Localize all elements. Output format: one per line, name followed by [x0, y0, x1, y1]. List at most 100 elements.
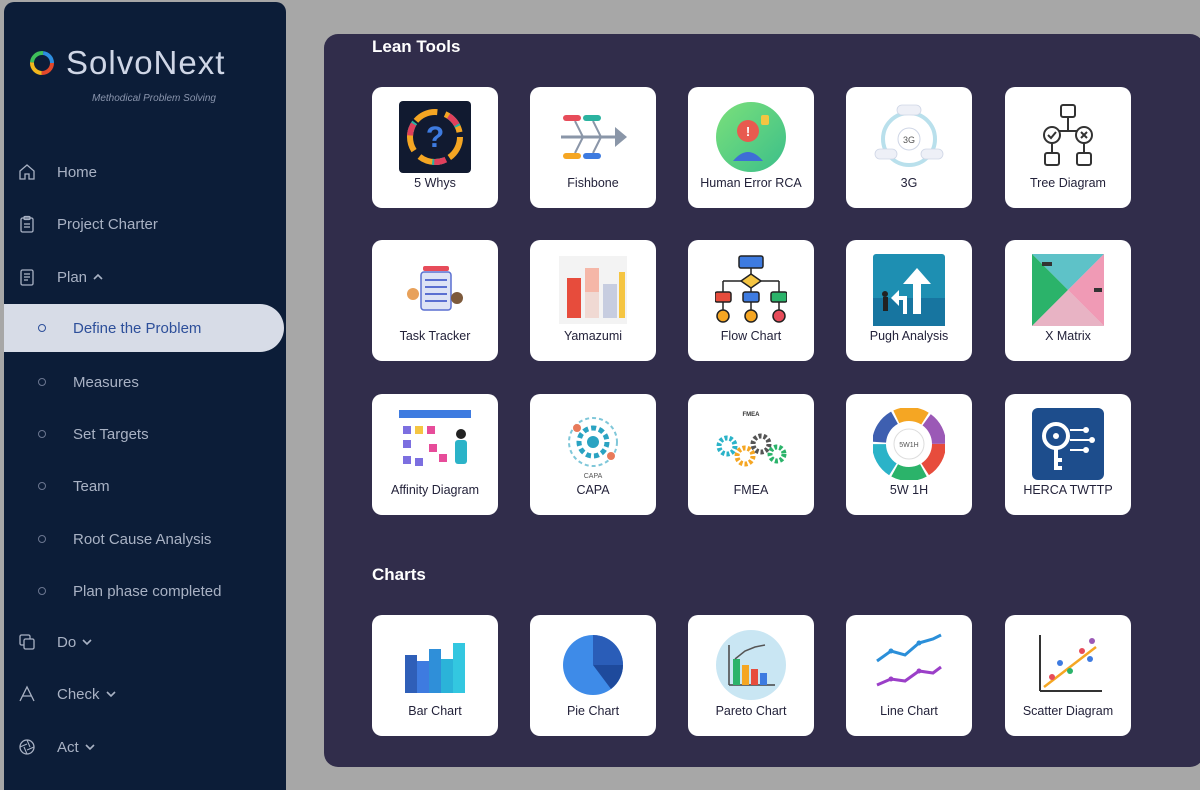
tool-label: Flow Chart: [720, 329, 782, 343]
chevron-down-icon: [82, 639, 92, 646]
herca-key-icon: [1032, 408, 1104, 480]
capa-gear-icon: CAPA: [568, 417, 618, 480]
sidebar-subitem-label: Team: [73, 477, 110, 495]
tool-tile-herca-twttp[interactable]: HERCA TWTTP: [1005, 394, 1131, 515]
affinity-diagram-icon: [399, 410, 471, 466]
chart-tile-pie-chart[interactable]: Pie Chart: [530, 615, 656, 736]
capa-image-text: CAPA: [584, 473, 603, 480]
tool-label: 3G: [900, 176, 918, 190]
sidebar: SolvoNext Methodical Problem Solving Hom…: [4, 2, 286, 790]
tool-tile-fmea[interactable]: FMEA FMEA: [688, 394, 814, 515]
tool-tile-x-matrix[interactable]: X Matrix: [1005, 240, 1131, 361]
chart-tile-bar-chart[interactable]: Bar Chart: [372, 615, 498, 736]
fishbone-icon: [561, 115, 627, 159]
sidebar-item-label: Check: [57, 685, 100, 703]
copy-icon: [19, 634, 35, 650]
tool-tile-5-whys[interactable]: ? 5 Whys: [372, 87, 498, 208]
tool-label: Human Error RCA: [700, 176, 802, 190]
tool-tile-yamazumi[interactable]: Yamazumi: [530, 240, 656, 361]
sidebar-subitem-set-targets[interactable]: Set Targets: [4, 410, 284, 458]
clipboard-icon: [20, 215, 34, 233]
tool-label: FMEA: [733, 483, 769, 497]
section-title-charts: Charts: [372, 565, 426, 584]
sidebar-subitem-label: Measures: [73, 373, 139, 391]
chart-label: Scatter Diagram: [1022, 704, 1114, 718]
brand[interactable]: SolvoNext: [28, 44, 225, 82]
scatter-diagram-icon: [1039, 635, 1102, 692]
sidebar-subitem-define-the-problem[interactable]: Define the Problem: [4, 304, 284, 352]
question-cycle-icon: ?: [399, 101, 471, 173]
chart-tile-scatter-diagram[interactable]: Scatter Diagram: [1005, 615, 1131, 736]
tool-label: Yamazumi: [563, 329, 623, 343]
document-icon: [20, 269, 34, 286]
3g-cycle-icon: 3G: [874, 104, 944, 167]
sidebar-item-label: Plan: [57, 268, 88, 286]
tool-label: Task Tracker: [399, 329, 471, 343]
tool-tile-5w1h[interactable]: 5W1H 5W 1H: [846, 394, 972, 515]
yamazumi-icon: [559, 256, 627, 324]
bullet-icon: [38, 535, 46, 543]
tools-panel: Lean Tools ? 5 Whys Fishbone ! Human Err…: [324, 34, 1200, 767]
sidebar-item-label: Act: [57, 738, 79, 756]
tool-label: Tree Diagram: [1030, 176, 1106, 190]
sidebar-item-label: Project Charter: [57, 215, 158, 233]
chart-tile-line-chart[interactable]: Line Chart: [846, 615, 972, 736]
tool-tile-affinity-diagram[interactable]: Affinity Diagram: [372, 394, 498, 515]
sidebar-subitem-plan-phase-completed[interactable]: Plan phase completed: [4, 567, 284, 615]
chart-tile-pareto-chart[interactable]: Pareto Chart: [688, 615, 814, 736]
bullet-icon: [38, 378, 46, 386]
chevron-down-icon: [85, 744, 95, 751]
tool-label: Fishbone: [567, 176, 619, 190]
chart-label: Line Chart: [880, 704, 938, 718]
sidebar-item-project-charter[interactable]: Project Charter: [4, 202, 286, 246]
tool-tile-3g[interactable]: 3G 3G: [846, 87, 972, 208]
x-matrix-icon: [1032, 254, 1104, 326]
fmea-image-text: FMEA: [743, 412, 761, 418]
tool-tile-human-error-rca[interactable]: ! Human Error RCA: [688, 87, 814, 208]
bullet-icon: [38, 430, 46, 438]
human-error-icon: !: [716, 102, 786, 172]
pie-chart-icon: [563, 635, 623, 695]
chevron-down-icon: [105, 691, 116, 698]
flow-chart-icon: [715, 255, 787, 323]
sidebar-subitem-root-cause-analysis[interactable]: Root Cause Analysis: [4, 515, 284, 563]
tool-label: 5W 1H: [889, 483, 929, 497]
tool-label: X Matrix: [1045, 329, 1091, 343]
sidebar-item-plan[interactable]: Plan: [4, 255, 286, 299]
svg-text:!: !: [746, 124, 750, 139]
tool-label: HERCA TWTTP: [1023, 483, 1113, 497]
chart-label: Pareto Chart: [715, 704, 787, 718]
line-chart-icon: [876, 633, 942, 687]
bullet-icon: [38, 587, 46, 595]
logo-ring-icon: [30, 51, 54, 75]
sidebar-subitem-label: Root Cause Analysis: [73, 530, 212, 548]
tool-tile-fishbone[interactable]: Fishbone: [530, 87, 656, 208]
task-tracker-icon: [407, 266, 463, 311]
pugh-analysis-icon: [873, 254, 945, 326]
sidebar-subitem-label: Define the Problem: [73, 319, 202, 337]
sidebar-item-check[interactable]: Check: [4, 672, 286, 716]
5w1h-wheel-icon: 5W1H: [873, 408, 945, 480]
tool-tile-tree-diagram[interactable]: Tree Diagram: [1005, 87, 1131, 208]
home-icon: [19, 164, 35, 180]
chevron-up-icon: [93, 273, 103, 280]
app-tagline: Methodical Problem Solving: [92, 93, 216, 104]
3g-center-text: 3G: [903, 135, 915, 145]
bullet-icon: [38, 324, 46, 332]
sidebar-item-do[interactable]: Do: [4, 620, 286, 664]
sidebar-item-home[interactable]: Home: [4, 150, 286, 194]
sidebar-subitem-team[interactable]: Team: [4, 462, 284, 510]
sidebar-item-act[interactable]: Act: [4, 725, 286, 769]
chart-label: Pie Chart: [566, 704, 620, 718]
tree-diagram-icon: [1043, 104, 1093, 166]
tool-tile-task-tracker[interactable]: Task Tracker: [372, 240, 498, 361]
sidebar-subitem-label: Plan phase completed: [73, 582, 222, 600]
chart-label: Bar Chart: [408, 704, 462, 718]
5w1h-center-text: 5W1H: [899, 442, 918, 449]
tool-tile-pugh-analysis[interactable]: Pugh Analysis: [846, 240, 972, 361]
tool-tile-flow-chart[interactable]: Flow Chart: [688, 240, 814, 361]
app-name: SolvoNext: [66, 44, 226, 81]
sidebar-item-label: Do: [57, 633, 77, 651]
tool-tile-capa[interactable]: CAPA CAPA: [530, 394, 656, 515]
sidebar-subitem-measures[interactable]: Measures: [4, 358, 284, 406]
